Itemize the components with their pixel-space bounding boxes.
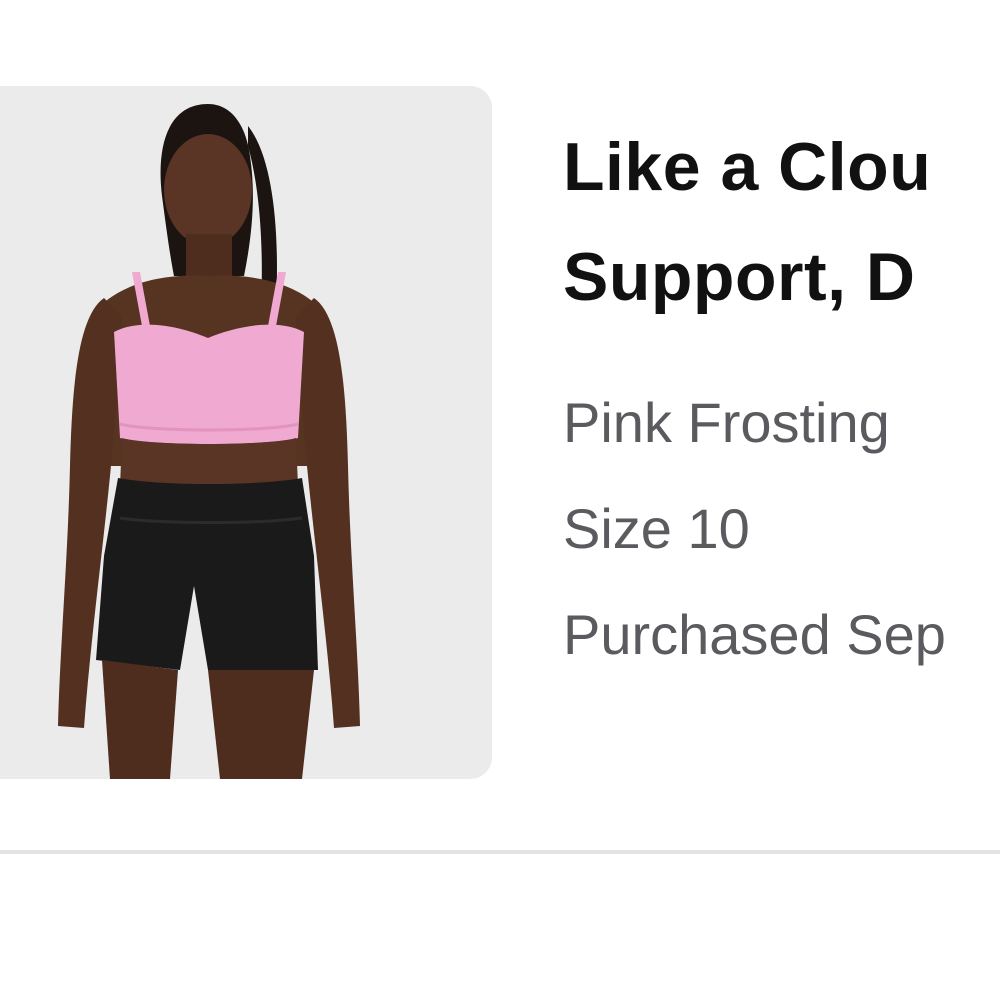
section-divider	[0, 850, 1000, 854]
product-title-line-1: Like a Clou	[563, 129, 932, 205]
product-size: Size 10	[563, 497, 750, 560]
model-illustration	[0, 86, 492, 779]
product-photo[interactable]	[0, 86, 492, 779]
product-title-line-2: Support, D	[563, 239, 916, 315]
product-details: Like a Clou Support, D Pink Frosting Siz…	[563, 112, 1000, 688]
purchase-date: Purchased Sep	[563, 603, 946, 666]
product-color: Pink Frosting	[563, 391, 890, 454]
page: Like a Clou Support, D Pink Frosting Siz…	[0, 0, 1000, 1000]
product-title[interactable]: Like a Clou Support, D	[563, 112, 1000, 332]
purchased-product-card[interactable]: Like a Clou Support, D Pink Frosting Siz…	[0, 0, 1000, 853]
product-meta: Pink Frosting Size 10 Purchased Sep	[563, 370, 1000, 688]
